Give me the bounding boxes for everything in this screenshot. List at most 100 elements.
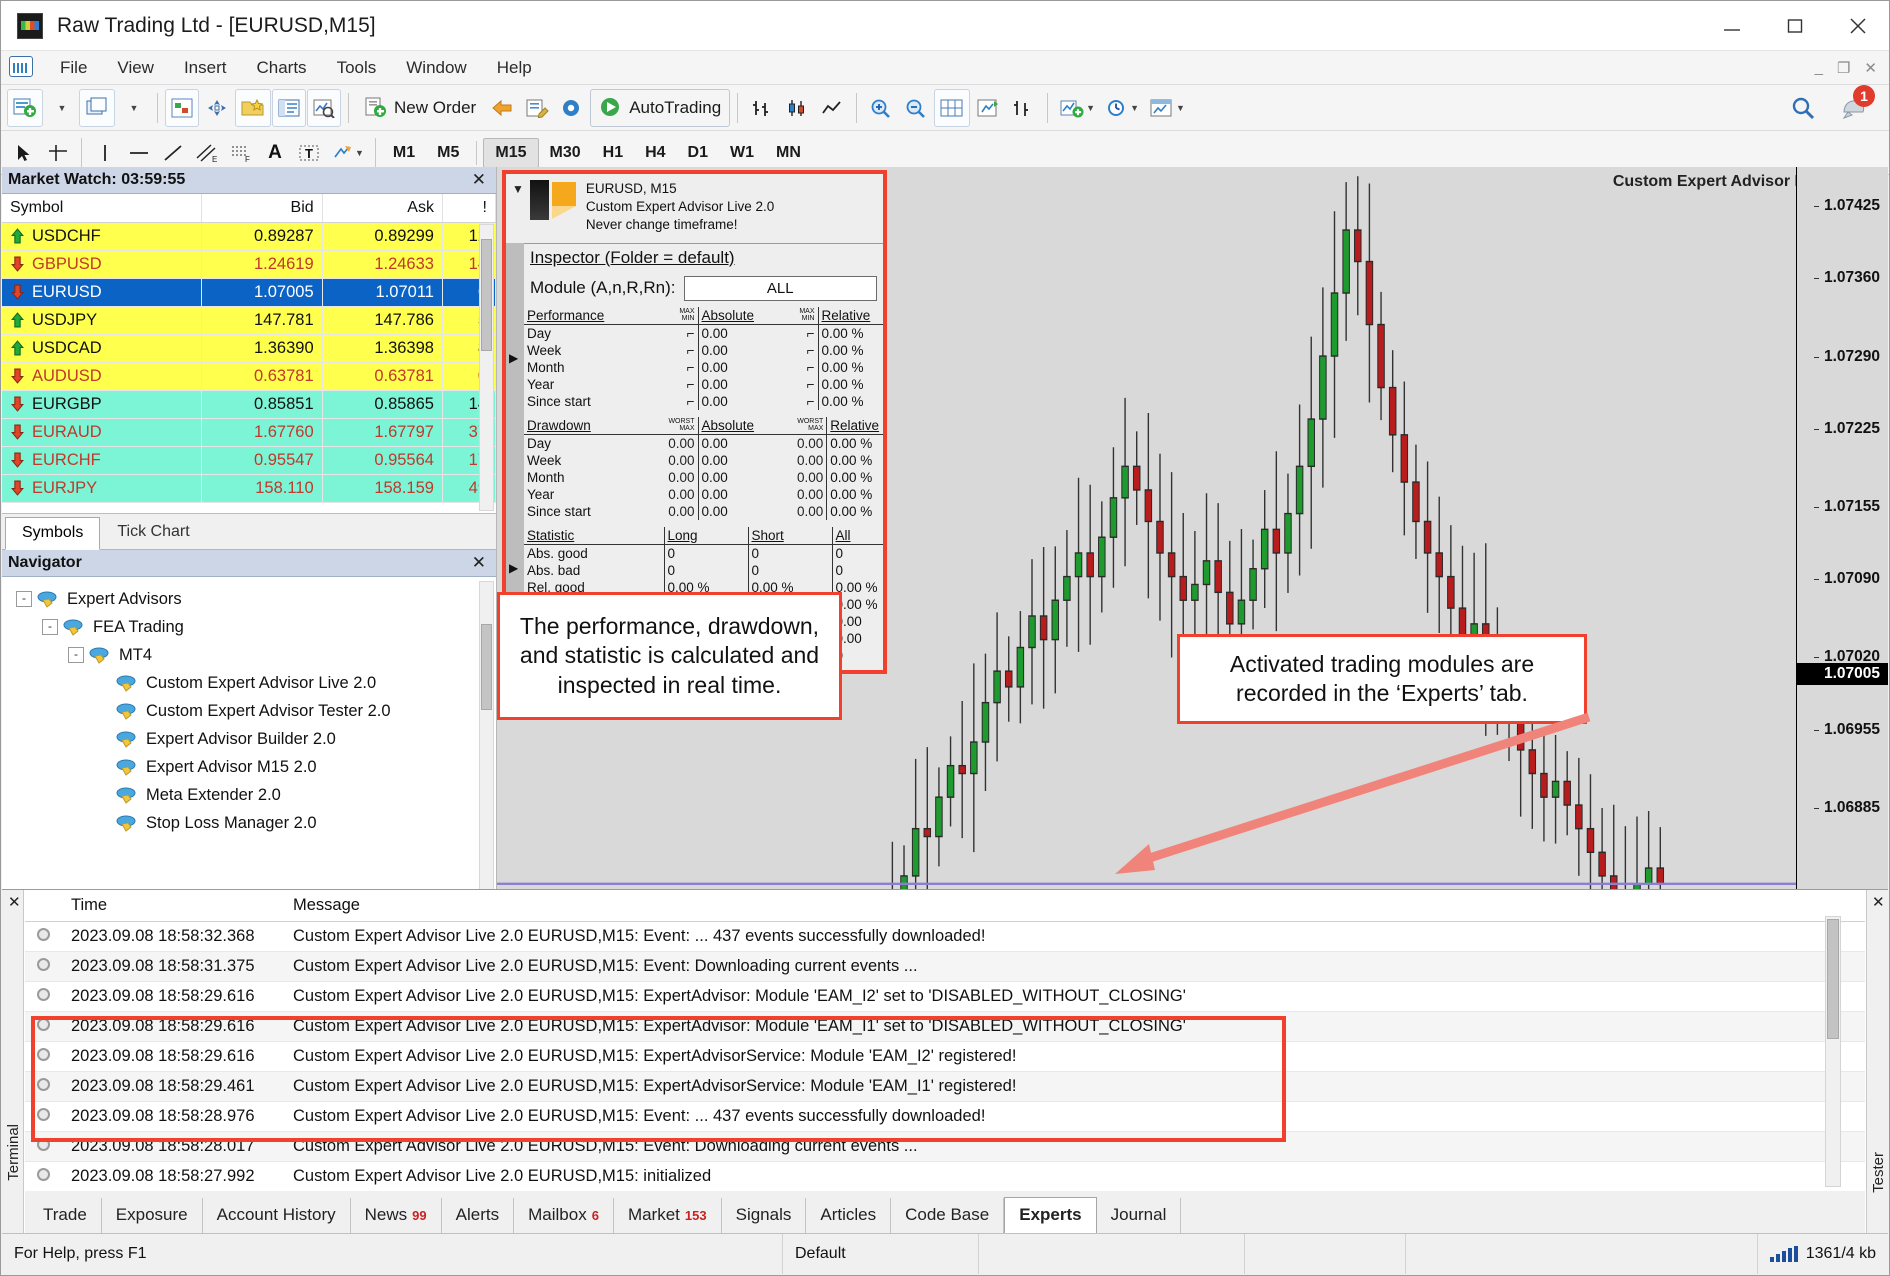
module-input[interactable]: ALL: [683, 275, 877, 301]
new-chart-button[interactable]: [7, 88, 43, 127]
terminal-scroll-thumb[interactable]: [1827, 919, 1839, 1039]
period-m30[interactable]: M30: [539, 139, 592, 167]
tab-symbols[interactable]: Symbols: [5, 517, 101, 550]
metaeditor-button[interactable]: [520, 89, 554, 127]
new-chart-dropdown[interactable]: ▼: [44, 89, 78, 127]
arrows-icon[interactable]: ▼: [326, 134, 369, 172]
market-watch-row[interactable]: AUDUSD0.637810.637810: [2, 362, 496, 391]
period-h1[interactable]: H1: [592, 139, 634, 167]
market-watch-button[interactable]: [165, 88, 199, 127]
minimize-button[interactable]: [1700, 1, 1763, 50]
col-bid[interactable]: Bid: [201, 194, 323, 223]
market-watch-row[interactable]: EURAUD 1.67760 1.67797 37: [2, 418, 496, 447]
period-mn[interactable]: MN: [765, 139, 812, 167]
navigator-tree-item[interactable]: - Expert Advisors: [2, 585, 496, 613]
terminal-scrollbar[interactable]: [1825, 916, 1841, 1187]
terminal-close-icon[interactable]: ✕: [8, 893, 21, 911]
notifications-icon[interactable]: 1: [1835, 84, 1875, 127]
equidistant-channel-icon[interactable]: E: [190, 134, 224, 172]
log-row[interactable]: 2023.09.08 18:58:32.368 Custom Expert Adv…: [25, 921, 1865, 952]
cursor-icon[interactable]: [7, 134, 41, 172]
log-row[interactable]: 2023.09.08 18:58:29.461 Custom Expert Adv…: [25, 1071, 1865, 1102]
line-chart-icon[interactable]: [815, 89, 849, 127]
market-watch-row[interactable]: EURGBP 0.85851 0.85865 14: [2, 390, 496, 419]
new-order-button[interactable]: New Order: [356, 89, 484, 127]
terminal-tab-experts[interactable]: Experts: [1004, 1197, 1097, 1234]
auto-scroll-icon[interactable]: [934, 88, 971, 127]
period-m15[interactable]: M15: [483, 137, 539, 168]
navigator-tree-item[interactable]: Expert Advisor Builder 2.0: [2, 725, 496, 753]
menu-insert[interactable]: Insert: [169, 55, 242, 81]
log-row[interactable]: 2023.09.08 18:58:28.976 Custom Expert Adv…: [25, 1101, 1865, 1132]
terminal-tab-signals[interactable]: Signals: [722, 1198, 807, 1233]
mdi-close-button[interactable]: ✕: [1858, 59, 1883, 77]
strategy-tester-button[interactable]: [307, 88, 341, 127]
log-col-message[interactable]: Message: [283, 890, 1865, 922]
market-watch-row[interactable]: GBPUSD 1.24619 1.24633 14: [2, 250, 496, 279]
bar-chart-icon[interactable]: [745, 89, 779, 127]
zoom-out-button[interactable]: [899, 89, 933, 127]
market-watch-scrollbar[interactable]: [479, 224, 494, 511]
log-row[interactable]: 2023.09.08 18:58:27.992 Custom Expert Adv…: [25, 1161, 1865, 1191]
data-window-button[interactable]: [200, 89, 234, 127]
navigator-tree-item[interactable]: - MT4: [2, 641, 496, 669]
market-watch-symbol[interactable]: EURAUD: [2, 418, 203, 447]
navigator-button[interactable]: [235, 88, 271, 127]
close-button[interactable]: [1826, 1, 1889, 50]
navigator-tree-item[interactable]: Custom Expert Advisor Live 2.0: [2, 669, 496, 697]
market-watch-row[interactable]: USDJPY147.781147.7865: [2, 306, 496, 335]
market-watch-symbol[interactable]: USDCHF: [2, 222, 203, 251]
terminal-tab-mailbox[interactable]: Mailbox 6: [514, 1198, 614, 1233]
market-watch-symbol[interactable]: EURGBP: [2, 390, 203, 419]
col-symbol[interactable]: Symbol: [2, 194, 203, 223]
mdi-minimize-button[interactable]: _: [1809, 59, 1829, 77]
menu-tools[interactable]: Tools: [322, 55, 392, 81]
period-d1[interactable]: D1: [677, 139, 719, 167]
candlestick-chart-icon[interactable]: [780, 89, 814, 127]
timeframes-button[interactable]: ▼: [1101, 89, 1144, 127]
search-icon[interactable]: [1785, 89, 1821, 127]
navigator-tree-item[interactable]: Stop Loss Manager 2.0: [2, 809, 496, 837]
navigator-scroll-thumb[interactable]: [481, 624, 492, 710]
navigator-tree-item[interactable]: Expert Advisor M15 2.0: [2, 753, 496, 781]
text-label-icon[interactable]: T: [292, 134, 326, 172]
status-connection[interactable]: 1361/4 kb: [1758, 1234, 1888, 1274]
market-watch-row[interactable]: USDCHF 0.89287 0.89299 12: [2, 222, 496, 251]
fibonacci-retracement-icon[interactable]: F: [224, 134, 258, 172]
terminal-tab-alerts[interactable]: Alerts: [442, 1198, 515, 1233]
profiles-button[interactable]: [79, 88, 115, 127]
horizontal-line-icon[interactable]: [122, 134, 156, 172]
log-row[interactable]: 2023.09.08 18:58:29.616 Custom Expert Adv…: [25, 1041, 1865, 1072]
chart-shift-icon[interactable]: [971, 89, 1005, 127]
tree-toggle-icon[interactable]: -: [42, 619, 58, 635]
expand-arrow-statistic-icon[interactable]: ▶: [509, 561, 518, 575]
market-watch-scroll-thumb[interactable]: [481, 239, 492, 351]
indicators-button[interactable]: ▼: [1055, 89, 1100, 127]
market-watch-row[interactable]: EURJPY 158.110 158.159 49: [2, 474, 496, 503]
menu-charts[interactable]: Charts: [241, 55, 321, 81]
tree-toggle-icon[interactable]: -: [16, 591, 32, 607]
market-watch-close-icon[interactable]: ✕: [468, 170, 490, 190]
period-w1[interactable]: W1: [719, 139, 765, 167]
menu-file[interactable]: File: [45, 55, 102, 81]
terminal-tab-articles[interactable]: Articles: [806, 1198, 892, 1233]
terminal-tab-market[interactable]: Market 153: [614, 1198, 722, 1233]
navigator-tree-item[interactable]: Custom Expert Advisor Tester 2.0: [2, 697, 496, 725]
autotrading-button[interactable]: AutoTrading: [590, 88, 731, 127]
market-watch-symbol[interactable]: USDCAD: [2, 334, 203, 363]
period-h4[interactable]: H4: [634, 139, 676, 167]
market-watch-symbol[interactable]: GBPUSD: [2, 250, 203, 279]
market-watch-symbol[interactable]: USDJPY: [2, 306, 203, 335]
market-watch-symbol[interactable]: EURJPY: [2, 474, 203, 503]
tab-tick-chart[interactable]: Tick Chart: [100, 516, 206, 549]
menu-window[interactable]: Window: [391, 55, 481, 81]
terminal-tab-trade[interactable]: Trade: [29, 1198, 102, 1233]
vertical-line-icon[interactable]: [88, 134, 122, 172]
expand-arrow-performance-icon[interactable]: ▶: [509, 351, 518, 365]
period-m5[interactable]: M5: [426, 139, 470, 167]
crosshair-icon[interactable]: [41, 134, 75, 172]
market-watch-symbol[interactable]: AUDUSD: [2, 362, 203, 391]
log-col-time[interactable]: Time: [61, 890, 283, 922]
market-watch-row[interactable]: EURUSD1.070051.070116: [2, 278, 496, 307]
navigator-tree-item[interactable]: - FEA Trading: [2, 613, 496, 641]
